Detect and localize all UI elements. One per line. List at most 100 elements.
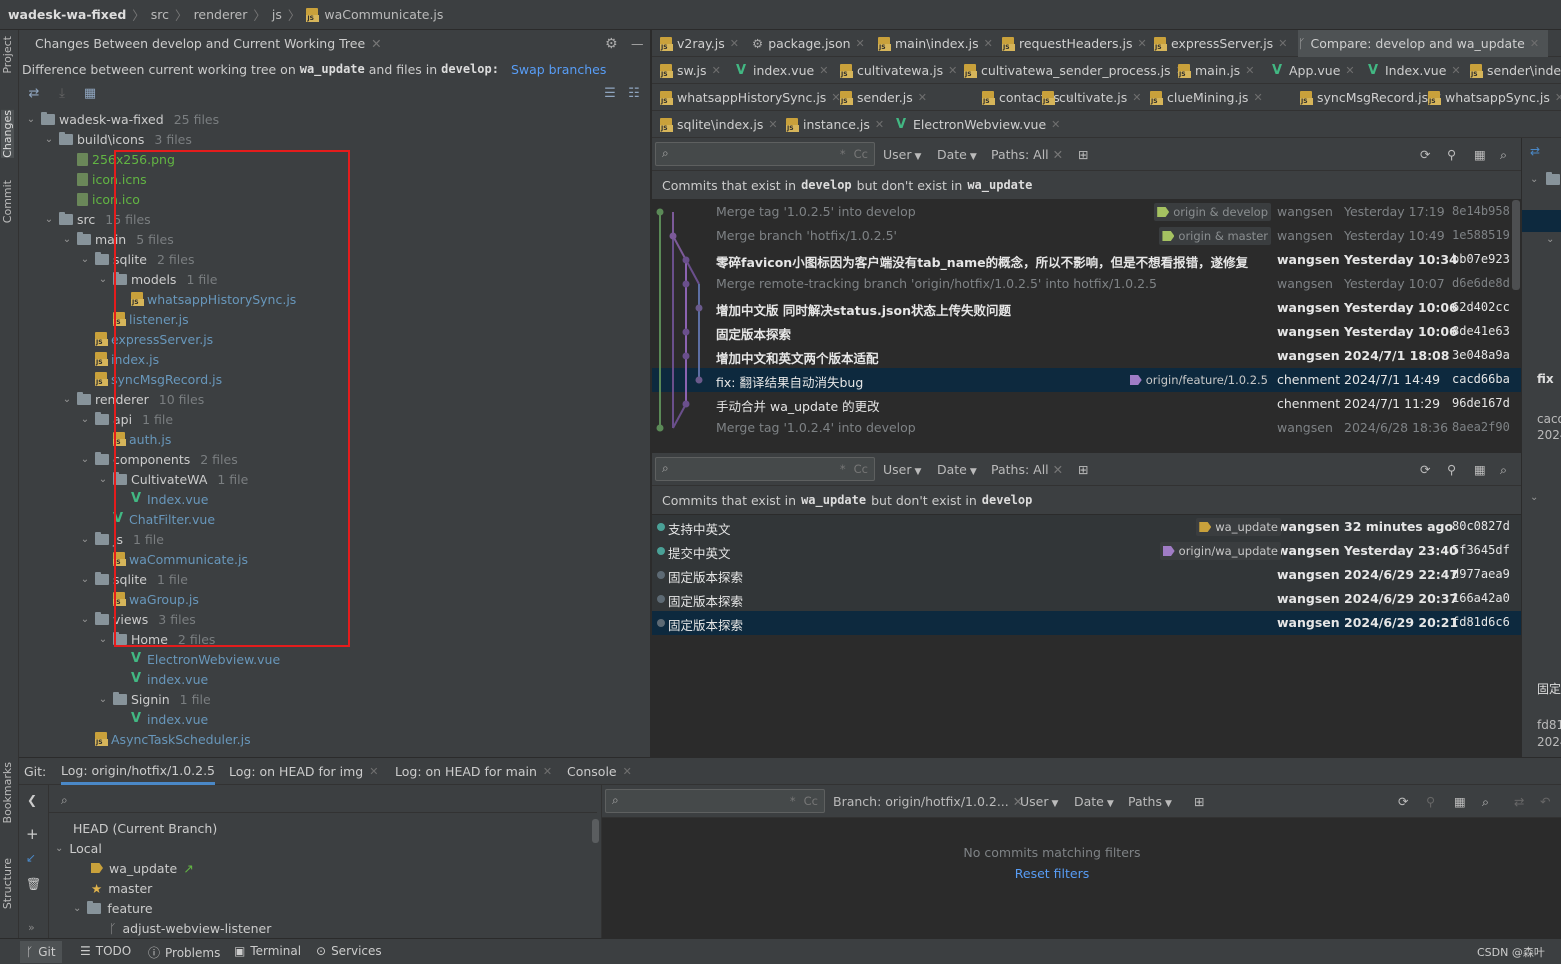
commit-row[interactable]: 增加中文和英文两个版本适配 wangsen 2024/7/1 18:08 3e048a… (652, 344, 1521, 368)
branch-wa-update[interactable]: wa_update ↗ (91, 858, 194, 878)
more-icon[interactable]: » (28, 921, 35, 934)
status-problems[interactable]: ⓘ Problems (148, 944, 220, 961)
editor-tab[interactable]: V App.vue ✕ (1272, 57, 1360, 84)
tree-file[interactable]: V ElectronWebview.vue (115, 649, 280, 669)
chevron-down-icon[interactable]: ⌄ (43, 214, 55, 225)
tool-project[interactable]: Project (1, 36, 14, 74)
close-icon[interactable]: ✕ (819, 64, 828, 77)
user-filter[interactable]: User ▼ (883, 147, 921, 162)
refresh-icon[interactable]: ⟳ (1398, 794, 1408, 809)
chevron-down-icon[interactable]: ⌄ (61, 234, 73, 245)
chevron-down-icon[interactable]: ⌄ (79, 454, 91, 465)
close-icon[interactable]: ✕ (984, 37, 993, 50)
commit-row[interactable]: 固定版本探索 wangsen 2024/6/29 22:47 d977aea9 (652, 563, 1521, 587)
expand-all-icon[interactable]: ☰ (603, 87, 617, 101)
close-icon[interactable]: ✕ (1138, 37, 1147, 50)
scrollbar[interactable] (592, 819, 599, 843)
chevron-down-icon[interactable]: ⌄ (25, 114, 37, 125)
collapse-all-icon[interactable]: ☷ (627, 87, 641, 101)
chevron-down-icon[interactable]: ⌄ (1530, 174, 1538, 185)
close-icon[interactable]: ✕ (1245, 64, 1254, 77)
tree-file[interactable]: AsyncTaskScheduler.js (79, 729, 251, 749)
tree-folder[interactable]: ⌄ wadesk-wa-fixed 25 files (25, 109, 219, 129)
tool-commit[interactable]: Commit (1, 180, 14, 223)
status-terminal[interactable]: ▣ Terminal (234, 944, 301, 958)
close-icon[interactable]: ✕ (1278, 37, 1287, 50)
branch-filter[interactable]: Branch: origin/hotfix/1.0.2... ✕ (833, 794, 1023, 809)
close-icon[interactable]: ✕ (730, 37, 739, 50)
close-icon[interactable]: ✕ (1132, 91, 1141, 104)
close-icon[interactable]: ✕ (856, 37, 865, 50)
commit-row[interactable]: Merge tag '1.0.2.4' into develop wangsen 2… (652, 416, 1521, 440)
branch-adjust-webview-listener[interactable]: ᚴ adjust-webview-listener (109, 918, 271, 938)
close-icon[interactable]: ✕ (768, 118, 777, 131)
tree-folder[interactable]: ⌄ build\icons 3 files (43, 129, 192, 149)
scrollbar[interactable] (1512, 200, 1520, 290)
close-icon[interactable]: ✕ (1530, 37, 1539, 50)
editor-tab[interactable]: cultivatewa_sender_process.js✕ (964, 57, 1185, 84)
swap-branches-link[interactable]: Swap branches (511, 62, 606, 77)
breadcrumb-project[interactable]: wadesk-wa-fixed (8, 7, 126, 22)
tool-changes[interactable]: Changes (1, 110, 14, 158)
editor-tab[interactable]: requestHeaders.js ✕ (1002, 30, 1147, 57)
diff-icon[interactable]: ⇄ (1530, 144, 1540, 158)
commit-row[interactable]: 提交中英文 wangsen Yesterday 23:40 5f3645df origi… (652, 539, 1521, 563)
group-by-icon[interactable]: ▦ (83, 87, 97, 101)
close-icon[interactable]: ✕ (712, 64, 721, 77)
editor-tab[interactable]: ⚙ package.json ✕ (752, 30, 870, 57)
chevron-down-icon[interactable]: ⌄ (97, 274, 109, 285)
commit-row[interactable]: fix: 翻译结果自动消失bug chenment 2024/7/1 14:49 ca… (652, 368, 1521, 392)
commit-row[interactable]: 零碎favicon小图标因为客户端没有tab_name的概念，所以不影响，但是不… (652, 248, 1521, 272)
paths-filter[interactable]: Paths ▼ (1128, 794, 1172, 809)
cherry-pick-icon[interactable]: ⚲ (1426, 794, 1435, 809)
breadcrumb-src[interactable]: src (151, 7, 169, 22)
search-icon[interactable]: ⌕ (1482, 794, 1489, 810)
date-filter[interactable]: Date ▼ (1074, 794, 1114, 809)
chevron-down-icon[interactable]: ⌄ (97, 474, 109, 485)
date-filter[interactable]: Date ▼ (937, 462, 977, 477)
commit-row[interactable]: Merge remote-tracking branch 'origin/hot… (652, 272, 1521, 296)
delete-icon[interactable]: 🗑 (26, 877, 41, 891)
search-icon[interactable]: ⌕ (1500, 147, 1507, 163)
commit-row[interactable]: 支持中英文 wangsen 32 minutes ago 80c0827d wa_upd… (652, 515, 1521, 539)
case-toggle[interactable]: * Cc (840, 147, 868, 161)
minimize-icon[interactable]: — (631, 36, 644, 51)
branch-group-feature[interactable]: ⌄ feature (73, 898, 153, 918)
editor-tab[interactable]: Vindex.vue ✕ (736, 57, 832, 84)
graph-options-icon[interactable]: ⊞ (1078, 147, 1088, 162)
selected-file-row[interactable] (1522, 210, 1561, 232)
editor-tab[interactable]: sender.js ✕ (840, 84, 974, 111)
tree-file[interactable]: Vindex.vue (115, 709, 208, 729)
tool-structure[interactable]: Structure (1, 858, 14, 909)
editor-tab[interactable]: sender\inde (1470, 57, 1561, 84)
tab-log-img[interactable]: Log: on HEAD for img ✕ (229, 758, 378, 785)
paths-filter[interactable]: Paths: All ✕ (991, 147, 1063, 162)
branch-master[interactable]: ★ master (91, 878, 152, 898)
search-input[interactable]: ⌕ * Cc (655, 457, 875, 481)
add-icon[interactable]: + (26, 825, 39, 843)
close-icon[interactable]: ✕ (1051, 118, 1060, 131)
tab-log-hotfix[interactable]: Log: origin/hotfix/1.0.2.5 (61, 758, 215, 785)
tool-bookmarks[interactable]: Bookmarks (1, 762, 14, 823)
commit-row[interactable]: Merge tag '1.0.2.5' into develop wangsen Y… (652, 200, 1521, 224)
branch-group-local[interactable]: ⌄ Local (55, 838, 102, 858)
date-filter[interactable]: Date ▼ (937, 147, 977, 162)
branch-search-input[interactable]: ⌕ (49, 789, 597, 813)
graph-options-icon[interactable]: ⊞ (1194, 794, 1204, 809)
chevron-down-icon[interactable]: ⌄ (61, 394, 73, 405)
close-icon[interactable]: ✕ (1345, 64, 1354, 77)
close-icon[interactable]: ✕ (1451, 64, 1460, 77)
editor-tab[interactable]: v2ray.js ✕ (660, 30, 748, 57)
search-input[interactable]: ⌕ * Cc (655, 142, 875, 166)
editor-tab[interactable]: expressServer.js ✕ (1154, 30, 1290, 57)
status-services[interactable]: ⊙ Services (316, 944, 382, 958)
chevron-down-icon[interactable]: ⌄ (97, 694, 109, 705)
search-icon[interactable]: ⌕ (1500, 462, 1507, 478)
chevron-down-icon[interactable]: ⌄ (79, 534, 91, 545)
editor-tab[interactable]: contact.js✕ (982, 84, 1074, 111)
close-icon[interactable]: ✕ (371, 36, 381, 51)
editor-tab[interactable]: ᚴ Compare: develop and wa_update ✕ (1298, 30, 1548, 57)
editor-tab[interactable]: whatsappSync.js ✕ (1428, 84, 1561, 111)
commit-row[interactable]: Merge branch 'hotfix/1.0.2.5' wangsen Yest… (652, 224, 1521, 248)
get-from-branch-icon[interactable]: ⤓ (55, 87, 69, 101)
